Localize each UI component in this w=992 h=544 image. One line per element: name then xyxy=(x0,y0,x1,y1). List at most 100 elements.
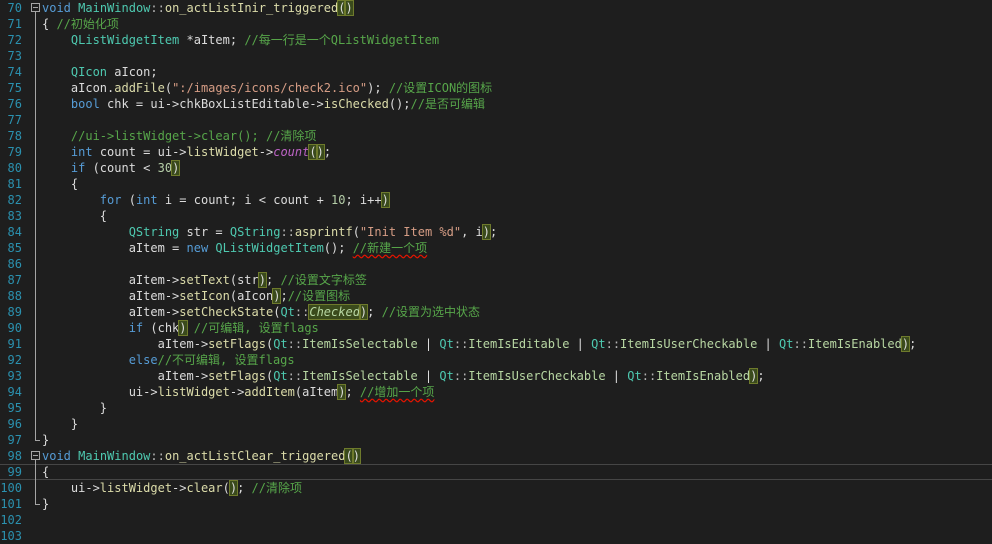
code-line[interactable]: 94 ui->listWidget->addItem(aItem); //增加一… xyxy=(0,384,992,400)
code-token: Qt xyxy=(273,337,288,351)
code-token: (str xyxy=(229,273,259,287)
outline-guide-end xyxy=(35,504,40,505)
line-number: 82 xyxy=(7,193,22,207)
code-token: Qt xyxy=(280,305,295,319)
code-line[interactable]: 100 ui->listWidget->clear(); //清除项 xyxy=(0,480,992,496)
code-editor[interactable]: 70 void MainWindow::on_actListInir_trigge… xyxy=(0,0,992,543)
code-token: { xyxy=(42,17,57,31)
code-line[interactable]: 84 QString str = QString::asprintf("Init… xyxy=(0,224,992,240)
code-token: ItemIsUserCheckable xyxy=(620,337,758,351)
code-line[interactable]: 88 aItem->setIcon(aIcon);//设置图标 xyxy=(0,288,992,304)
code-token: ) xyxy=(380,192,390,208)
line-number: 95 xyxy=(7,401,22,415)
code-token: ItemIsSelectable xyxy=(302,369,418,383)
code-token: } xyxy=(42,433,50,447)
code-line[interactable]: 86 xyxy=(0,256,992,272)
code-line[interactable]: 73 xyxy=(0,48,992,64)
code-line[interactable]: 92 else//不可编辑, 设置flags xyxy=(0,352,992,368)
code-token: Qt xyxy=(439,369,454,383)
code-line[interactable]: 70 void MainWindow::on_actListInir_trigge… xyxy=(0,0,992,16)
code-text: bool chk = ui->chkBoxListEditable->isChe… xyxy=(42,96,485,112)
code-token: ; i++ xyxy=(345,193,382,207)
code-token: { xyxy=(42,177,79,191)
code-line[interactable]: 81 { xyxy=(0,176,992,192)
code-text: aItem->setText(str); //设置文字标签 xyxy=(42,272,367,288)
line-number: 71 xyxy=(7,17,22,31)
code-token: :: xyxy=(150,1,165,15)
code-line[interactable]: 71 { //初始化项 xyxy=(0,16,992,32)
code-line[interactable]: 97} xyxy=(0,432,992,448)
code-token: ; xyxy=(323,145,332,159)
code-line[interactable]: 76 bool chk = ui->chkBoxListEditable->is… xyxy=(0,96,992,112)
code-token: Qt xyxy=(627,369,642,383)
code-token: listWidget xyxy=(186,145,259,159)
code-line[interactable]: 87 aItem->setText(str); //设置文字标签 xyxy=(0,272,992,288)
code-token: //可编辑, 设置flags xyxy=(193,321,319,335)
code-token: QListWidgetItem xyxy=(70,33,180,47)
line-number: 83 xyxy=(7,209,22,223)
code-token: QIcon xyxy=(70,65,108,79)
collapse-icon[interactable] xyxy=(31,451,40,460)
code-token: int xyxy=(135,193,158,207)
code-line[interactable]: 74 QIcon aIcon; xyxy=(0,64,992,80)
code-token: :: xyxy=(280,225,295,239)
code-token: ) xyxy=(171,160,181,176)
current-code-line[interactable]: 99 { xyxy=(0,464,992,480)
code-line[interactable]: 91 aItem->setFlags(Qt::ItemIsSelectable … xyxy=(0,336,992,352)
code-token: :: xyxy=(793,337,808,351)
code-token: } xyxy=(42,401,108,415)
code-token: aItem-> xyxy=(42,273,180,287)
code-token: //新建一个项 xyxy=(352,241,428,255)
code-line[interactable]: 77 xyxy=(0,112,992,128)
code-token: Qt xyxy=(779,337,794,351)
code-token: if xyxy=(70,161,86,175)
code-token: //不可编辑, 设置flags xyxy=(157,353,295,367)
code-text: if (chk) //可编辑, 设置flags xyxy=(42,320,319,336)
code-line[interactable]: 78 //ui->listWidget->clear(); //清除项 xyxy=(0,128,992,144)
code-token: } xyxy=(42,417,79,431)
code-token: MainWindow xyxy=(78,449,151,463)
code-token: ) xyxy=(481,224,492,240)
code-line[interactable]: 72 QListWidgetItem *aItem; //每一行是一个QList… xyxy=(0,32,992,48)
line-number: 70 xyxy=(7,1,22,15)
code-token: Checked xyxy=(308,304,361,320)
code-line[interactable]: 80 if (count < 30) xyxy=(0,160,992,176)
code-token: //是否可编辑 xyxy=(410,97,485,111)
code-line[interactable]: 75 aIcon.addFile(":/images/icons/check2.… xyxy=(0,80,992,96)
code-token: setFlags xyxy=(208,369,266,383)
code-line[interactable]: 83 { xyxy=(0,208,992,224)
collapse-icon[interactable] xyxy=(31,3,40,12)
code-line[interactable]: 82 for (int i = count; i < count + 10; i… xyxy=(0,192,992,208)
line-number: 81 xyxy=(7,177,22,191)
code-line[interactable]: 102 xyxy=(0,512,992,528)
code-token: listWidget xyxy=(157,385,230,399)
line-number: 84 xyxy=(7,225,22,239)
line-number: 79 xyxy=(7,145,22,159)
code-token: i = count; i < count + xyxy=(157,193,332,207)
line-number: 97 xyxy=(7,433,22,447)
code-token: //设置文字标签 xyxy=(280,273,367,287)
code-token: (count < xyxy=(85,161,158,175)
code-text: ui->listWidget->addItem(aItem); //增加一个项 xyxy=(42,384,434,400)
code-line[interactable]: 96 } xyxy=(0,416,992,432)
code-text: aItem->setCheckState(Qt::Checked); //设置为… xyxy=(42,304,480,320)
code-line[interactable]: 79 int count = ui->listWidget->count(); xyxy=(0,144,992,160)
code-line[interactable]: 93 aItem->setFlags(Qt::ItemIsSelectable … xyxy=(0,368,992,384)
code-token: ( xyxy=(344,448,354,464)
code-token: ":/images/icons/check2.ico" xyxy=(172,81,368,95)
code-line[interactable]: 90 if (chk) //可编辑, 设置flags xyxy=(0,320,992,336)
code-line[interactable]: 89 aItem->setCheckState(Qt::Checked); //… xyxy=(0,304,992,320)
code-token: ; xyxy=(367,305,382,319)
code-token: //设置ICON的图标 xyxy=(388,81,493,95)
line-number: 96 xyxy=(7,417,22,431)
code-token: count = ui-> xyxy=(92,145,187,159)
line-number: 74 xyxy=(7,65,22,79)
code-line[interactable]: 95 } xyxy=(0,400,992,416)
code-line[interactable]: 85 aItem = new QListWidgetItem(); //新建一个… xyxy=(0,240,992,256)
code-token: (); xyxy=(388,97,411,111)
code-line[interactable]: 101} xyxy=(0,496,992,512)
code-line[interactable]: 98 void MainWindow::on_actListClear_trigg… xyxy=(0,448,992,464)
code-token: | xyxy=(569,337,592,351)
